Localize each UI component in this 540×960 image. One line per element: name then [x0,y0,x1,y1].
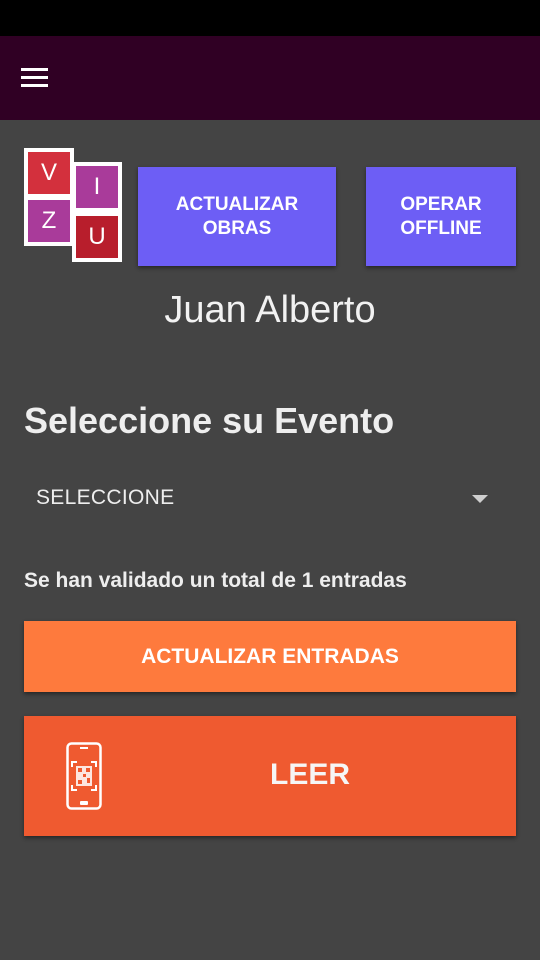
leer-button[interactable]: LEER [24,716,516,836]
actualizar-entradas-label: ACTUALIZAR ENTRADAS [141,644,399,668]
logo-tile-u: U [72,212,122,262]
actualizar-entradas-button[interactable]: ACTUALIZAR ENTRADAS [24,621,516,692]
app-bar [0,36,540,120]
status-bar [0,0,540,36]
hamburger-menu-icon[interactable] [12,58,56,98]
user-name: Juan Alberto [164,289,376,331]
logo-tile-z: Z [24,196,74,246]
phone-qr-scan-icon [66,742,102,810]
event-select-value: SELECCIONE [36,486,175,509]
logo-tile-i: I [72,162,122,212]
event-select[interactable]: SELECCIONE [24,474,506,522]
validation-count-text: Se han validado un total de 1 entradas [24,569,407,592]
vizu-logo: V I Z U [24,148,124,264]
event-section-title: Seleccione su Evento [24,400,395,441]
operar-offline-label-line1: OPERAR [400,193,482,215]
logo-tile-v: V [24,148,74,198]
operar-offline-label-line2: OFFLINE [400,217,482,239]
dropdown-arrow-icon [472,495,488,503]
actualizar-obras-label-line1: ACTUALIZAR [175,193,299,215]
leer-label: LEER [270,758,351,791]
actualizar-obras-label-line2: OBRAS [202,217,272,239]
operar-offline-button[interactable]: OPERAR OFFLINE [366,167,516,266]
actualizar-obras-button[interactable]: ACTUALIZAR OBRAS [138,167,336,266]
